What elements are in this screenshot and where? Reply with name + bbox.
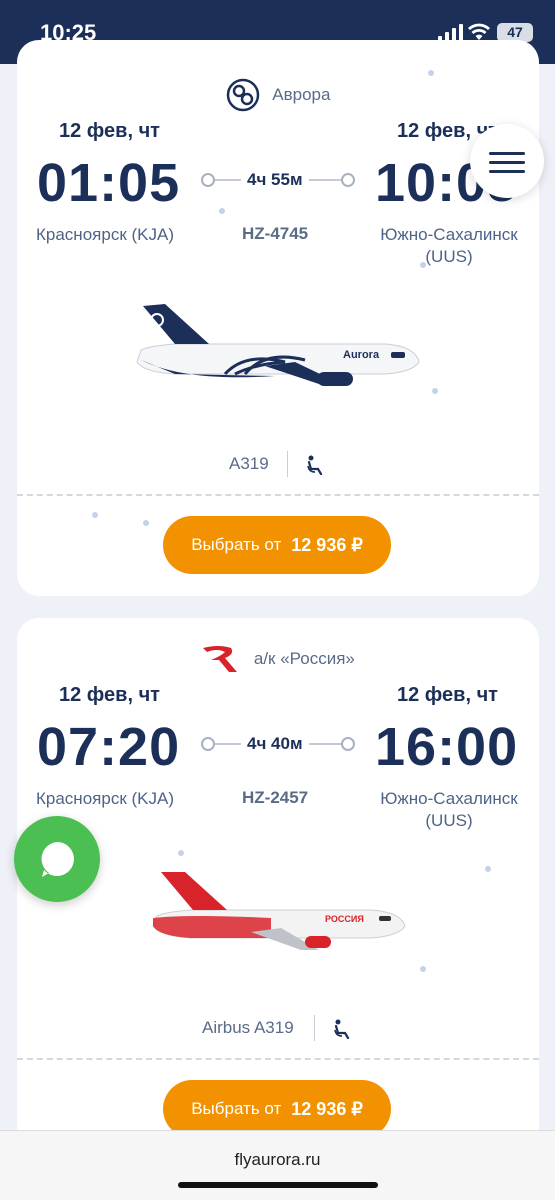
snow-decoration xyxy=(92,512,98,518)
snow-decoration xyxy=(428,70,434,76)
svg-text:Aurora: Aurora xyxy=(343,349,380,361)
flight-number: HZ-4745 xyxy=(242,224,309,243)
card-separator xyxy=(17,494,539,496)
browser-address-bar[interactable]: flyaurora.ru xyxy=(0,1130,555,1200)
divider xyxy=(287,451,288,477)
svg-text:РОССИЯ: РОССИЯ xyxy=(325,914,364,924)
snow-decoration xyxy=(432,388,438,394)
airline-header: Аврора xyxy=(17,78,539,112)
flight-number: HZ-2457 xyxy=(242,788,309,807)
origin-dot xyxy=(201,737,215,751)
destination-dot xyxy=(341,173,355,187)
select-label: Выбрать от xyxy=(191,535,282,554)
departure-date: 12 фев, чт xyxy=(59,684,160,706)
arrival-city-name: Южно-Сахалинск xyxy=(380,225,518,244)
url-text: flyaurora.ru xyxy=(234,1150,321,1169)
select-flight-button[interactable]: Выбрать от 12 936 ₽ xyxy=(163,516,391,574)
route-line: 4ч 40м xyxy=(201,734,355,754)
snow-decoration xyxy=(178,850,184,856)
snow-decoration xyxy=(420,966,426,972)
departure-time: 01:05 xyxy=(37,153,181,213)
aurora-aircraft-image: Aurora xyxy=(136,304,420,386)
snow-decoration xyxy=(143,520,149,526)
price: 12 936 ₽ xyxy=(291,534,363,555)
departure-date: 12 фев, чт xyxy=(59,120,160,142)
departure-city: Красноярск (KJA) xyxy=(36,225,174,244)
destination-dot xyxy=(341,737,355,751)
select-label: Выбрать от xyxy=(191,1099,282,1118)
price: 12 936 ₽ xyxy=(291,1098,363,1119)
arrival-city-code: (UUS) xyxy=(425,811,473,830)
chat-button[interactable] xyxy=(14,816,100,902)
chat-bubble-icon xyxy=(41,842,74,877)
aircraft-type: A319 xyxy=(229,454,269,473)
arrival-city: Южно-Сахалинск (UUS) xyxy=(375,224,523,268)
arrival-city-code: (UUS) xyxy=(425,247,473,266)
aurora-logo-icon xyxy=(226,78,259,112)
airline-header: а/к «Россия» xyxy=(17,644,539,674)
airline-name: а/к «Россия» xyxy=(253,649,355,668)
snow-decoration xyxy=(219,208,225,214)
rossiya-aircraft-image: РОССИЯ xyxy=(152,872,406,950)
departure-city: Красноярск (KJA) xyxy=(36,789,174,808)
snow-decoration xyxy=(485,866,491,872)
flight-duration: 4ч 40м xyxy=(241,734,309,754)
arrival-time: 16:00 xyxy=(375,717,519,777)
flight-duration: 4ч 55м xyxy=(241,170,309,190)
arrival-date: 12 фев, чт xyxy=(397,684,498,706)
card-separator xyxy=(17,1058,539,1060)
route-line: 4ч 55м xyxy=(201,170,355,190)
snow-decoration xyxy=(420,262,426,268)
arrival-city: Южно-Сахалинск (UUS) xyxy=(375,788,523,832)
hamburger-icon xyxy=(489,152,525,155)
wifi-icon xyxy=(468,23,490,40)
menu-button[interactable] xyxy=(470,124,544,198)
divider xyxy=(314,1015,315,1041)
home-indicator xyxy=(178,1182,378,1188)
seat-icon xyxy=(334,1019,350,1039)
aircraft-type: Airbus A319 xyxy=(202,1018,294,1037)
flight-card-rossiya: а/к «Россия» 12 фев, чт 12 фев, чт 07:20… xyxy=(17,618,539,1200)
seat-icon xyxy=(307,455,323,475)
departure-time: 07:20 xyxy=(37,717,181,777)
airline-name: Аврора xyxy=(272,85,331,104)
arrival-city-name: Южно-Сахалинск xyxy=(380,789,518,808)
rossiya-logo-icon xyxy=(203,646,238,672)
origin-dot xyxy=(201,173,215,187)
